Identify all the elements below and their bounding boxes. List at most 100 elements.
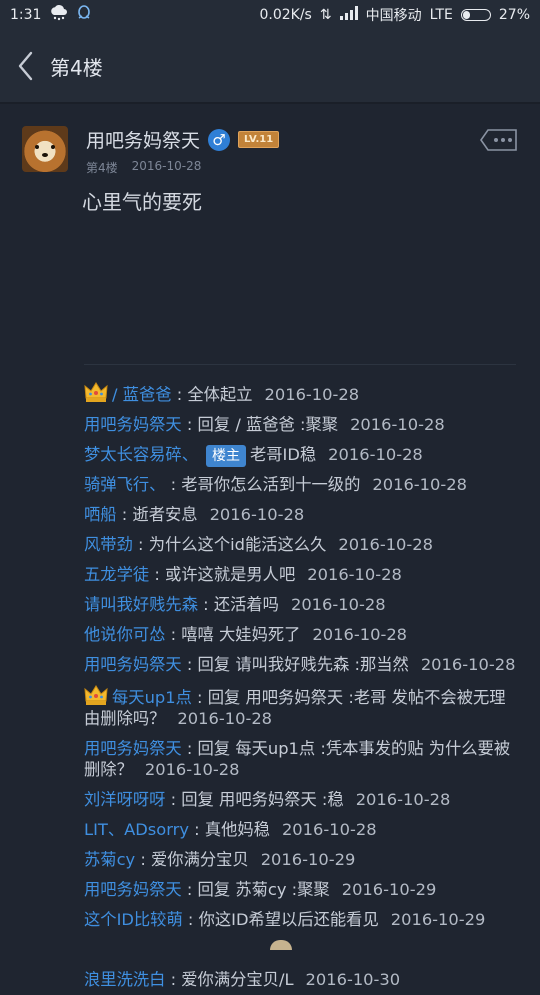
reply-target[interactable]: / 蓝爸爸 — [235, 415, 295, 434]
reply-text: 爱你满分宝贝 — [151, 850, 249, 869]
reply-text: 你这ID希望以后还能看见 — [198, 910, 379, 929]
reply-item[interactable]: 请叫我好贱先森 : 还活着吗 2016-10-28 — [84, 590, 516, 620]
reply-username[interactable]: 每天up1点 — [112, 688, 192, 707]
reply-prefix: 回复 — [197, 415, 231, 434]
reply-item[interactable]: 苏菊cy : 爱你满分宝贝 2016-10-29 — [84, 845, 516, 875]
reply-username[interactable]: 他说你可怂 — [84, 625, 165, 644]
reply-username[interactable]: / 蓝爸爸 — [112, 385, 172, 404]
avatar[interactable] — [22, 126, 68, 172]
reply-username[interactable]: 用吧务妈祭天 — [84, 880, 182, 899]
reply-item[interactable]: 哂船 : 逝者安息 2016-10-28 — [84, 500, 516, 530]
op-badge: 楼主 — [205, 445, 246, 467]
reply-text: :那当然 — [354, 655, 409, 674]
crown-icon — [84, 684, 108, 706]
avatar-eye — [51, 145, 55, 149]
cloud-snow-icon — [49, 5, 69, 25]
reply-username[interactable]: 刘洋呀呀呀 — [84, 790, 165, 809]
reply-item[interactable]: 梦太长容易碎、 楼主 老哥ID稳 2016-10-28 — [84, 440, 516, 470]
network-speed: 0.02K/s — [259, 7, 312, 23]
reply-prefix: 回复 — [207, 688, 241, 707]
reply-username[interactable]: 骑弹飞行、 — [84, 475, 165, 494]
reply-item[interactable]: 他说你可怂 : 嘻嘻 大娃妈死了 2016-10-28 — [84, 620, 516, 650]
divider — [84, 364, 516, 365]
reply-item[interactable]: 用吧务妈祭天 : 回复 / 蓝爸爸 :聚聚 2016-10-28 — [84, 410, 516, 440]
reply-item[interactable]: 骑弹飞行、 : 老哥你怎么活到十一级的 2016-10-28 — [84, 470, 516, 500]
reply-item[interactable]: LIT、ADsorry : 真他妈稳 2016-10-28 — [84, 815, 516, 845]
reply-date: 2016-10-28 — [281, 820, 377, 839]
reply-date: 2016-10-28 — [338, 535, 434, 554]
reply-username[interactable]: 浪里洗洗白 — [84, 970, 165, 989]
reply-text: 全体起立 — [187, 385, 253, 404]
reply-date: 2016-10-28 — [177, 709, 273, 728]
reply-item[interactable]: 浪里洗洗白 : 爱你满分宝贝/L 2016-10-30 — [84, 965, 516, 995]
reply-item[interactable]: 用吧务妈祭天 : 回复 苏菊cy :聚聚 2016-10-29 — [84, 875, 516, 905]
reply-date: 2016-10-29 — [341, 880, 437, 899]
reply-username[interactable]: LIT、ADsorry — [84, 820, 189, 839]
reply-item[interactable]: 风带劲 : 为什么这个id能活这么久 2016-10-28 — [84, 530, 516, 560]
reply-date: 2016-10-28 — [290, 595, 386, 614]
reply-username[interactable]: 风带劲 — [84, 535, 133, 554]
reply-prefix: 回复 — [197, 739, 231, 758]
back-arrow-icon — [18, 51, 33, 81]
network-type: LTE — [429, 7, 453, 23]
reply-date: 2016-10-28 — [144, 760, 240, 779]
reply-target[interactable]: 用吧务妈祭天 — [245, 688, 343, 707]
reply-username[interactable]: 请叫我好贱先森 — [84, 595, 198, 614]
post-date: 2016-10-28 — [131, 159, 202, 173]
floor-number: 第4楼 — [86, 161, 118, 175]
reply-text: 为什么这个id能活这么久 — [148, 535, 327, 554]
reply-username[interactable]: 用吧务妈祭天 — [84, 739, 182, 758]
reply-date: 2016-10-29 — [260, 850, 356, 869]
reply-item[interactable]: 刘洋呀呀呀 : 回复 用吧务妈祭天 :稳 2016-10-28 — [84, 785, 516, 815]
reply-username[interactable]: 五龙学徒 — [84, 565, 149, 584]
reply-target[interactable]: 每天up1点 — [235, 739, 315, 758]
reply-date: 2016-10-30 — [305, 970, 401, 989]
status-bar: 1:31 0.02K/s ⇅ 中国移动 LTE 27% — [0, 0, 540, 30]
author-name[interactable]: 用吧务妈祭天 — [86, 126, 200, 153]
avatar-nose — [42, 153, 48, 157]
avatar-eye — [35, 145, 39, 149]
battery-percent: 27% — [498, 7, 530, 23]
crown-icon — [84, 381, 108, 403]
status-time: 1:31 — [10, 7, 42, 23]
reply-text: 老哥ID稳 — [249, 445, 317, 464]
reply-item[interactable]: 这个ID比较萌 : 你这ID希望以后还能看见 2016-10-29 — [84, 905, 516, 935]
reply-item[interactable]: 五龙学徒 : 或许这就是男人吧 2016-10-28 — [84, 560, 516, 590]
reply-text: 爱你满分宝贝/L — [181, 970, 294, 989]
top-bar: 第4楼 — [0, 30, 540, 104]
reply-username[interactable]: 苏菊cy — [84, 850, 135, 869]
reply-date: 2016-10-28 — [420, 655, 516, 674]
reply-text: 嘻嘻 大娃妈死了 — [181, 625, 301, 644]
reply-date: 2016-10-28 — [312, 625, 408, 644]
battery-icon — [460, 9, 491, 21]
reply-date: 2016-10-28 — [264, 385, 360, 404]
battery-level-fill — [462, 11, 470, 19]
reply-username[interactable]: 这个ID比较萌 — [84, 910, 183, 929]
reply-date: 2016-10-28 — [328, 445, 423, 464]
reply-username[interactable]: 哂船 — [84, 505, 117, 524]
back-button[interactable] — [0, 30, 50, 102]
more-icon — [480, 129, 517, 151]
page-title: 第4楼 — [50, 55, 103, 80]
reply-text: :聚聚 — [300, 415, 339, 434]
signal-icon — [339, 6, 358, 24]
reply-item[interactable]: 用吧务妈祭天 : 回复 请叫我好贱先森 :那当然 2016-10-28 — [84, 650, 516, 680]
post-content: 心里气的要死 — [82, 190, 202, 214]
reply-username[interactable]: 用吧务妈祭天 — [84, 655, 182, 674]
reply-date: 2016-10-28 — [209, 505, 305, 524]
reply-text: 逝者安息 — [132, 505, 198, 524]
reply-text: 或许这就是男人吧 — [164, 565, 296, 584]
reply-target[interactable]: 请叫我好贱先森 — [235, 655, 349, 674]
reply-username[interactable]: 梦太长容易碎、 — [84, 445, 198, 464]
reply-text: :聚聚 — [291, 880, 330, 899]
reply-text: :稳 — [321, 790, 344, 809]
more-button[interactable] — [480, 129, 518, 151]
reply-item[interactable]: 用吧务妈祭天 : 回复 每天up1点 :凭本事发的贴 为什么要被删除？ 2016-… — [84, 734, 516, 785]
reply-item[interactable]: 每天up1点 : 回复 用吧务妈祭天 :老哥 发帖不会被无理由删除吗？ 2016-… — [84, 680, 516, 734]
reply-target[interactable]: 苏菊cy — [235, 880, 286, 899]
reply-username[interactable]: 用吧务妈祭天 — [84, 415, 182, 434]
reply-prefix: 回复 — [181, 790, 214, 809]
reply-item[interactable]: / 蓝爸爸 : 全体起立 2016-10-28 — [84, 380, 516, 410]
reply-text: 还活着吗 — [213, 595, 279, 614]
reply-target[interactable]: 用吧务妈祭天 — [219, 790, 317, 809]
